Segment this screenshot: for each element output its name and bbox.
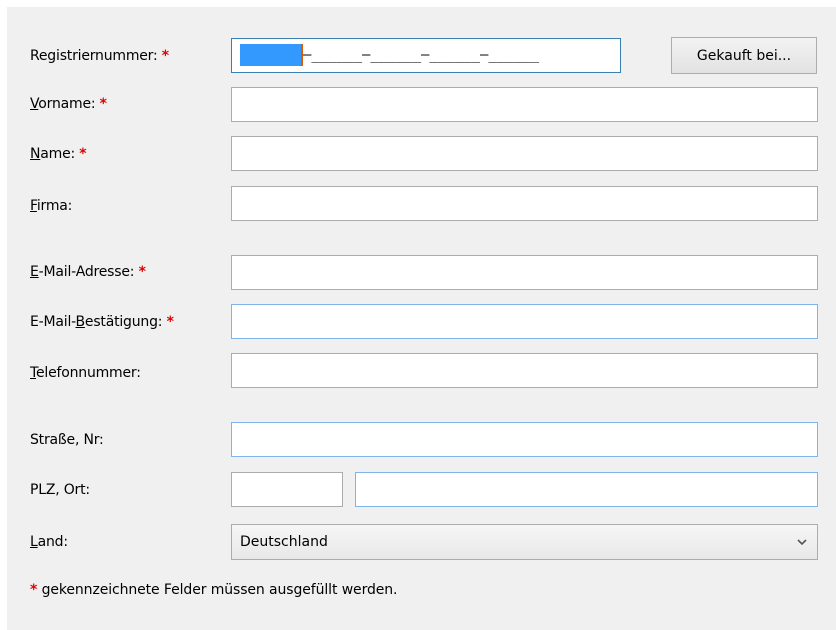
required-fields-note: * gekennzeichnete Felder müssen ausgefül… [30, 582, 398, 598]
city-field[interactable] [355, 472, 818, 507]
zip-field[interactable] [231, 472, 343, 507]
selected-text-highlight [240, 44, 301, 66]
required-fields-note-text: gekennzeichnete Felder müssen ausgefüllt… [37, 582, 398, 598]
zip-input[interactable] [232, 473, 342, 506]
last-name-label-text: ame: [40, 146, 76, 162]
registration-number-input[interactable]: –______–______–______–______ [231, 38, 621, 73]
last-name-input[interactable] [232, 137, 817, 170]
country-selected-value: Deutschland [240, 534, 328, 550]
required-marker: * [138, 264, 146, 280]
country-label-text: and: [37, 534, 68, 550]
bought-at-button[interactable]: Gekauft bei... [671, 37, 817, 74]
country-select[interactable]: Deutschland [231, 524, 818, 560]
company-input[interactable] [232, 187, 817, 220]
access-key-letter: B [75, 314, 86, 330]
registration-number-label-text: Registriernummer: [30, 48, 158, 64]
required-marker: * [79, 146, 87, 162]
required-marker: * [161, 48, 169, 64]
required-marker: * [99, 96, 107, 112]
first-name-field[interactable] [231, 87, 818, 122]
street-label-text: Straße, Nr: [30, 432, 104, 448]
street-field[interactable] [231, 422, 818, 457]
last-name-label: Name: * [30, 144, 87, 164]
required-marker: * [166, 314, 174, 330]
email-confirm-input[interactable] [232, 305, 817, 338]
zip-city-label: PLZ, Ort: [30, 480, 90, 500]
email-confirm-field[interactable] [231, 304, 818, 339]
phone-input[interactable] [232, 354, 817, 387]
registration-number-mask: –______–______–______–______ [303, 47, 540, 63]
company-label: Firma: [30, 196, 72, 216]
first-name-label: Vorname: * [30, 94, 107, 114]
email-confirm-label-text: estätigung: [84, 314, 163, 330]
country-label: Land: [30, 532, 68, 552]
email-field[interactable] [231, 255, 818, 290]
city-input[interactable] [356, 473, 817, 506]
email-input[interactable] [232, 256, 817, 289]
street-label: Straße, Nr: [30, 430, 104, 450]
access-key-letter: E [30, 264, 39, 280]
chevron-down-icon [797, 539, 807, 546]
access-key-letter: L [30, 534, 38, 550]
registration-number-label: Registriernummer: * [30, 46, 169, 66]
email-label: E-Mail-Adresse: * [30, 262, 146, 282]
access-key-letter: N [30, 146, 41, 162]
email-confirm-label-prefix: E-Mail- [30, 314, 76, 330]
phone-label-text: elefonnummer: [35, 365, 141, 381]
email-confirm-label: E-Mail-Bestätigung: * [30, 312, 174, 332]
last-name-field[interactable] [231, 136, 818, 171]
company-field[interactable] [231, 186, 818, 221]
first-name-input[interactable] [232, 88, 817, 121]
phone-label: Telefonnummer: [30, 363, 141, 383]
phone-field[interactable] [231, 353, 818, 388]
company-label-text: irma: [36, 198, 73, 214]
street-input[interactable] [232, 423, 817, 456]
access-key-letter: F [30, 198, 37, 214]
first-name-label-text: orname: [38, 96, 96, 112]
email-label-text: -Mail-Adresse: [38, 264, 135, 280]
zip-city-label-text: PLZ, Ort: [30, 482, 90, 498]
